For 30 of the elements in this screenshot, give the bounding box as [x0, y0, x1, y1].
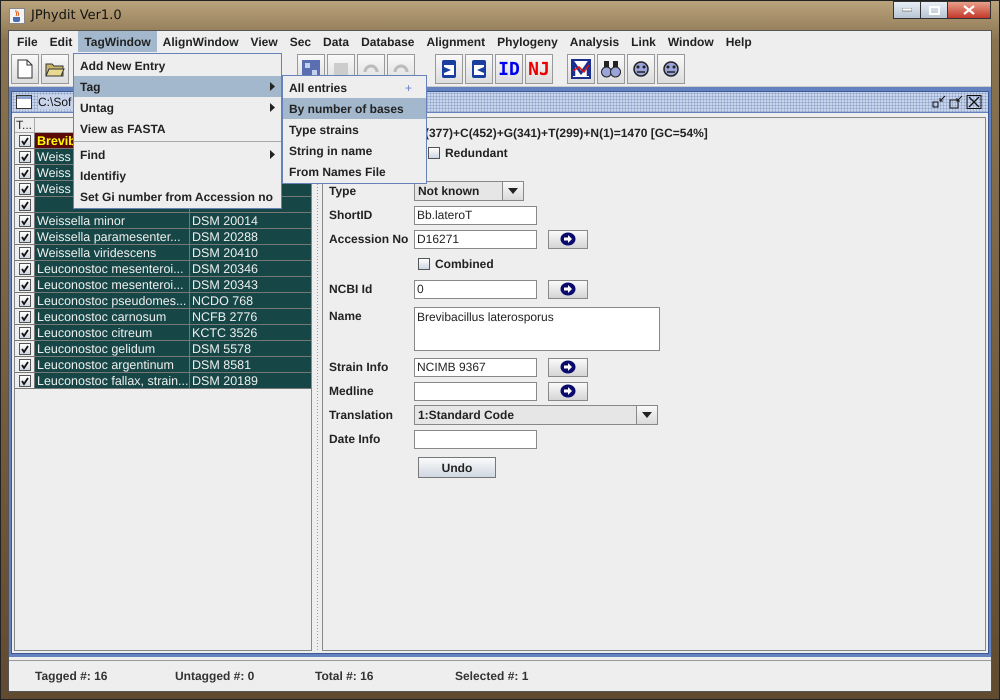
field-label: Name [329, 309, 363, 323]
window-title: JPhydit Ver1.0 [31, 8, 122, 23]
status-text: Untagged #: 0 [175, 669, 256, 683]
field-label: Date Info [329, 432, 382, 446]
shortcut-text: + [404, 80, 413, 94]
sequence-summary: (377)+C(452)+G(341)+T(299)+N(1)=1470 [GC=54%] [425, 126, 708, 140]
status-text: Selected #: 1 [455, 669, 530, 683]
checkbox-label: Combined [435, 257, 494, 271]
field-label: Medline [329, 384, 375, 398]
status-text: Tagged #: 16 [35, 669, 108, 683]
field-label: ShortID [329, 208, 374, 222]
table-cell: DSM 20346 [190, 261, 311, 276]
table-cell: NCDO 768 [190, 293, 311, 308]
checkbox-label: Redundant [445, 146, 508, 160]
table-cell: DSM 20410 [190, 245, 311, 260]
field-label: Strain Info [329, 360, 390, 374]
table-cell: NCFB 2776 [190, 309, 311, 324]
status-text: Total #: 16 [315, 669, 374, 683]
document-title: C:\Sof [38, 95, 76, 109]
table-cell: KCTC 3526 [190, 325, 311, 340]
table-cell: DSM 8581 [190, 357, 311, 372]
field-label: Type [329, 184, 358, 198]
table-cell: DSM 5578 [190, 341, 311, 356]
table-cell: DSM 20014 [190, 213, 311, 228]
field-label: Translation [329, 408, 394, 422]
table-cell: DSM 20288 [190, 229, 311, 244]
table-cell: DSM 20189 [190, 373, 311, 388]
field-label: Accession No [329, 232, 410, 246]
field-label: NCBI Id [329, 282, 374, 296]
table-cell: DSM 20343 [190, 277, 311, 292]
